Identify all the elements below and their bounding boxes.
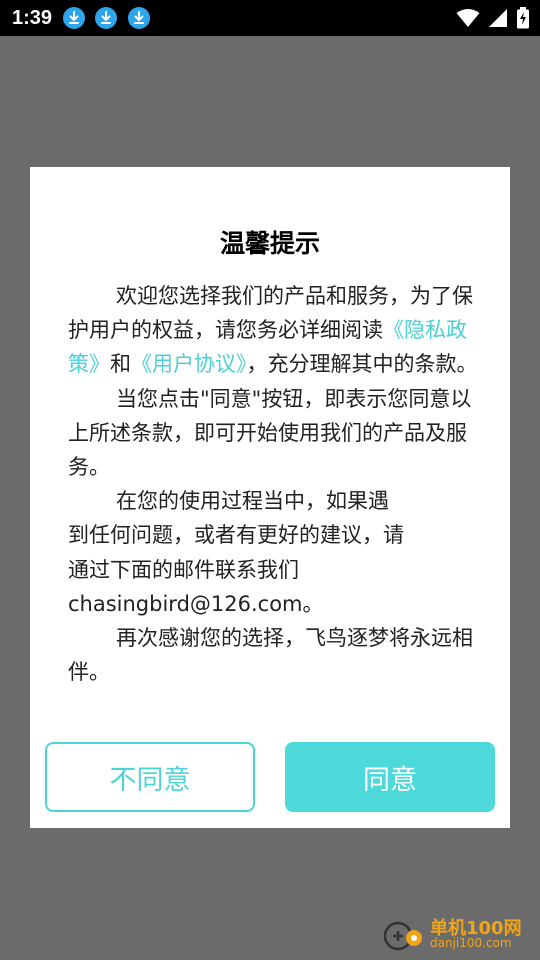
dialog-body: 欢迎您选择我们的产品和服务，为了保护用户的权益，请您务必详细阅读《隐私政策》和《… <box>68 279 478 689</box>
status-time: 1:39 <box>12 7 53 29</box>
user-agreement-link[interactable]: 《用户协议》 <box>131 352 247 376</box>
privacy-dialog: 温馨提示 欢迎您选择我们的产品和服务，为了保护用户的权益，请您务必详细阅读《隐私… <box>30 167 510 828</box>
watermark: 单机100网 danji100.com <box>384 914 534 954</box>
watermark-subtitle: danji100.com <box>430 936 512 950</box>
watermark-logo-icon <box>384 921 422 951</box>
signal-icon <box>489 9 507 27</box>
paragraph-thanks: 再次感谢您的选择，飞鸟逐梦将永远相伴。 <box>68 621 478 689</box>
disagree-button[interactable]: 不同意 <box>45 742 255 812</box>
thanks-text: 再次感谢您的选择，飞鸟逐梦将永远相伴。 <box>68 626 473 685</box>
paragraph-consent: 当您点击"同意"按钮，即表示您同意以上所述条款，即可开始使用我们的产品及服务。 <box>68 382 478 485</box>
status-bar: 1:39 <box>0 0 540 36</box>
wifi-icon <box>456 9 480 27</box>
download-icon <box>128 7 150 29</box>
consent-text: 当您点击"同意"按钮，即表示您同意以上所述条款，即可开始使用我们的产品及服务。 <box>68 386 472 480</box>
paragraph-contact: 在您的使用过程当中，如果遇到任何问题，或者有更好的建议，请通过下面的邮件联系我们… <box>68 484 408 621</box>
download-icon <box>95 7 117 29</box>
contact-text: 在您的使用过程当中，如果遇到任何问题，或者有更好的建议，请通过下面的邮件联系我们… <box>68 489 404 616</box>
dialog-title: 温馨提示 <box>219 229 320 258</box>
agree-button[interactable]: 同意 <box>285 742 495 812</box>
conjunction-text: 和 <box>110 352 131 377</box>
status-icons <box>456 6 530 30</box>
paragraph-intro: 欢迎您选择我们的产品和服务，为了保护用户的权益，请您务必详细阅读《隐私政策》和《… <box>68 279 478 382</box>
battery-charging-icon <box>517 7 529 29</box>
intro-tail-text: ，充分理解其中的条款。 <box>246 352 478 377</box>
download-icon <box>63 7 85 29</box>
